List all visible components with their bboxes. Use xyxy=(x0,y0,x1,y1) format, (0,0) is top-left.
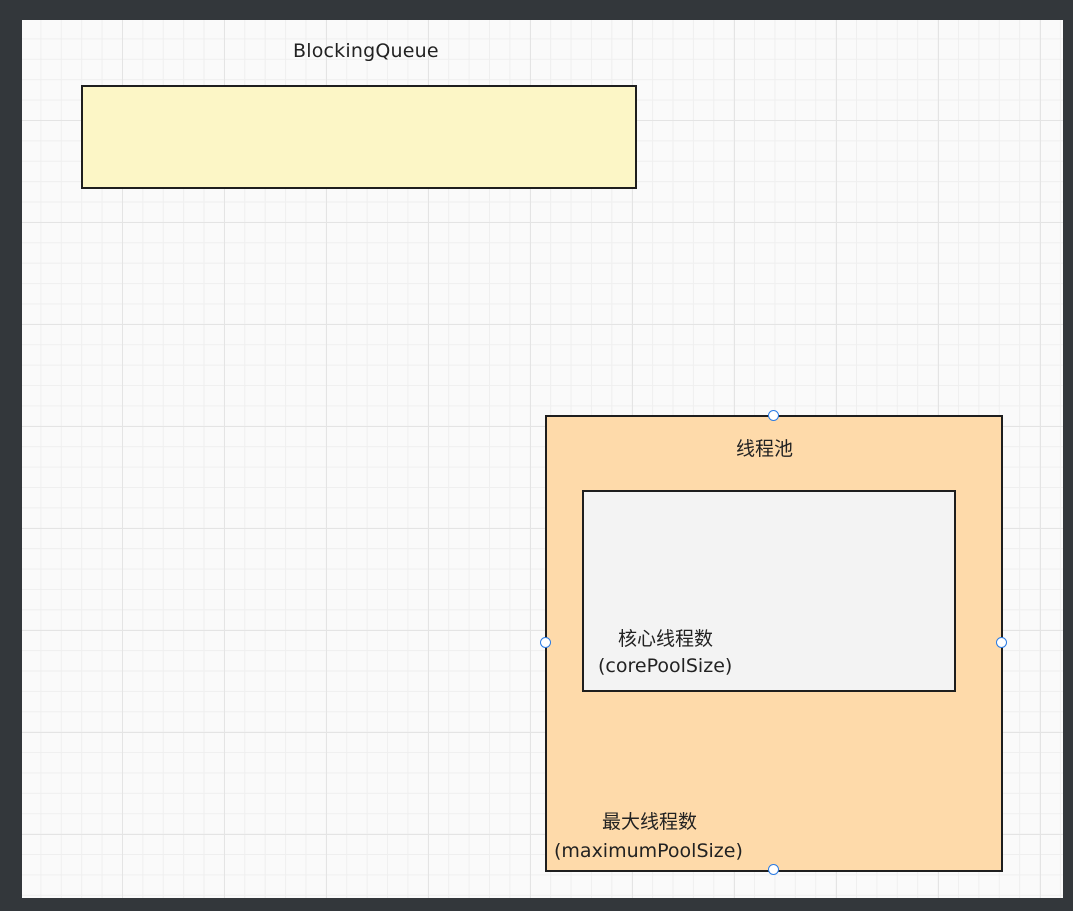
blocking-queue-box[interactable] xyxy=(81,85,637,189)
max-pool-label: 最大线程数 xyxy=(602,811,698,833)
selection-handle-right[interactable] xyxy=(996,637,1007,648)
diagram-canvas[interactable]: BlockingQueue 线程池 核心线程数 (corePoolSize) 最… xyxy=(22,20,1063,898)
max-pool-size-label: (maximumPoolSize) xyxy=(554,840,743,862)
selection-handle-left[interactable] xyxy=(540,637,551,648)
selection-handle-top[interactable] xyxy=(768,410,779,421)
thread-pool-label: 线程池 xyxy=(736,438,794,460)
core-pool-label: 核心线程数 xyxy=(618,628,714,650)
blocking-queue-label: BlockingQueue xyxy=(293,40,439,62)
core-pool-size-label: (corePoolSize) xyxy=(598,655,733,677)
selection-handle-bottom[interactable] xyxy=(768,864,779,875)
